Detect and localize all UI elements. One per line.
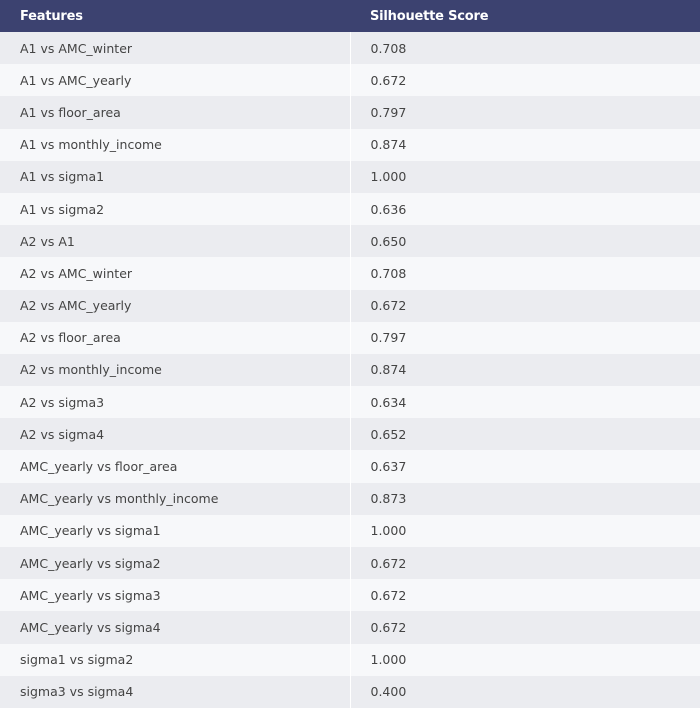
table-row: AMC_yearly vs sigma2 0.672 [0,547,700,580]
feature-pair-cell: A2 vs sigma4 [0,418,351,451]
table-row: A2 vs AMC_winter 0.708 [0,257,700,290]
table-row: A1 vs monthly_income 0.874 [0,128,700,161]
table-row: A2 vs monthly_income 0.874 [0,353,700,387]
table-row: A2 vs sigma3 0.634 [0,386,700,419]
table-row: A1 vs AMC_winter 0.708 [0,32,700,65]
silhouette-score-cell: 1.000 [370,169,407,185]
feature-pair-cell: sigma3 vs sigma4 [0,675,351,708]
table-row: A1 vs AMC_yearly 0.672 [0,64,700,97]
silhouette-score-cell: 0.672 [370,619,407,635]
silhouette-score-cell: 0.874 [370,362,407,378]
feature-pair-cell: AMC_yearly vs sigma2 [0,547,351,580]
feature-pair-cell: A1 vs monthly_income [0,128,351,161]
silhouette-score-cell: 0.874 [370,137,407,153]
table-row: sigma1 vs sigma2 1.000 [0,643,700,676]
feature-pair-cell: A2 vs floor_area [0,321,351,354]
feature-pair-cell: A1 vs AMC_yearly [0,64,351,97]
table-row: A1 vs sigma1 1.000 [0,160,700,193]
feature-pair-cell: A2 vs AMC_winter [0,257,351,290]
table-header: Features Silhouette Score [0,0,700,32]
table-row: AMC_yearly vs monthly_income 0.873 [0,482,700,515]
silhouette-score-cell: 0.634 [370,394,407,410]
feature-pair-cell: A1 vs AMC_winter [0,32,351,65]
feature-pair-cell: A2 vs sigma3 [0,386,351,419]
silhouette-score-cell: 1.000 [370,523,407,539]
silhouette-score-table: Features Silhouette Score A1 vs AMC_wint… [0,0,700,708]
silhouette-score-cell: 0.672 [370,298,407,314]
silhouette-score-cell: 0.708 [370,265,407,281]
feature-pair-cell: AMC_yearly vs sigma3 [0,579,351,612]
feature-pair-cell: A1 vs sigma1 [0,160,351,193]
table-row: AMC_yearly vs floor_area 0.637 [0,450,700,483]
table-row: A2 vs A1 0.650 [0,225,700,258]
table-row: sigma3 vs sigma4 0.400 [0,675,700,708]
silhouette-score-cell: 0.637 [370,459,407,475]
feature-pair-cell: A2 vs AMC_yearly [0,289,351,322]
feature-pair-cell: AMC_yearly vs sigma4 [0,611,351,644]
silhouette-score-cell: 0.652 [370,426,407,442]
silhouette-score-cell: 0.636 [370,201,407,217]
column-header-silhouette-score[interactable]: Silhouette Score [350,0,700,32]
table-row: AMC_yearly vs sigma3 0.672 [0,579,700,612]
table-row: A2 vs floor_area 0.797 [0,321,700,354]
feature-pair-cell: sigma1 vs sigma2 [0,643,351,676]
feature-pair-cell: AMC_yearly vs floor_area [0,450,351,483]
silhouette-score-cell: 0.650 [370,233,407,249]
table-row: A2 vs sigma4 0.652 [0,418,700,451]
table-row: AMC_yearly vs sigma1 1.000 [0,514,700,547]
silhouette-score-cell: 0.797 [370,104,407,120]
table-row: A1 vs floor_area 0.797 [0,96,700,129]
silhouette-score-cell: 0.708 [370,40,407,56]
table-row: A1 vs sigma2 0.636 [0,192,700,226]
silhouette-score-cell: 0.672 [370,72,407,88]
table-row: AMC_yearly vs sigma4 0.672 [0,611,700,644]
feature-pair-cell: AMC_yearly vs monthly_income [0,482,351,515]
feature-pair-cell: A2 vs monthly_income [0,353,351,387]
feature-pair-cell: A2 vs A1 [0,225,351,258]
silhouette-score-cell: 0.672 [370,555,407,571]
feature-pair-cell: AMC_yearly vs sigma1 [0,514,351,547]
silhouette-score-cell: 0.797 [370,330,407,346]
silhouette-score-cell: 0.672 [370,587,407,603]
silhouette-score-cell: 0.873 [370,491,407,507]
feature-pair-cell: A1 vs sigma2 [0,192,351,226]
header-row: Features Silhouette Score [0,0,700,32]
silhouette-score-cell: 1.000 [370,652,407,668]
column-header-features[interactable]: Features [0,0,350,32]
silhouette-score-cell: 0.400 [370,684,407,700]
feature-pair-cell: A1 vs floor_area [0,96,351,129]
table-body: A1 vs AMC_winter 0.708 A1 vs AMC_yearly 0.6… [0,32,700,708]
table-row: A2 vs AMC_yearly 0.672 [0,289,700,322]
